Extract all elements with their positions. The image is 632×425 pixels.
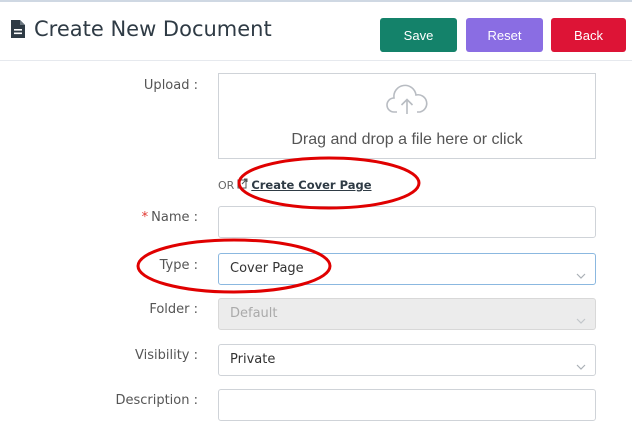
upload-label: Upload : — [143, 78, 198, 93]
description-label: Description : — [115, 393, 198, 408]
folder-label: Folder : — [149, 302, 198, 317]
save-button[interactable]: Save — [380, 18, 457, 52]
cloud-upload-icon — [385, 84, 429, 122]
chevron-down-icon — [576, 310, 586, 329]
document-icon — [10, 19, 26, 39]
description-input[interactable] — [218, 389, 596, 421]
type-select[interactable]: Cover Page — [218, 253, 596, 285]
name-input[interactable] — [218, 206, 596, 238]
reset-button[interactable]: Reset — [466, 18, 543, 52]
or-text: OR — [218, 178, 235, 192]
visibility-select[interactable]: Private — [218, 344, 596, 376]
folder-select: Default — [218, 298, 596, 330]
alternate-action: OR Create Cover Page — [218, 177, 372, 193]
chevron-down-icon — [576, 265, 586, 284]
page-title-text: Create New Document — [34, 17, 272, 41]
visibility-label: Visibility : — [135, 348, 198, 363]
back-button[interactable]: Back — [551, 18, 626, 52]
visibility-selected-value: Private — [230, 352, 276, 367]
external-link-icon — [237, 178, 248, 192]
type-label: Type : — [159, 258, 198, 273]
create-cover-page-link[interactable]: Create Cover Page — [251, 178, 371, 192]
name-label-text: Name : — [151, 210, 198, 225]
upload-dropzone[interactable]: Drag and drop a file here or click — [218, 73, 596, 159]
dropzone-text: Drag and drop a file here or click — [291, 131, 523, 148]
type-selected-value: Cover Page — [230, 261, 304, 276]
chevron-down-icon — [576, 356, 586, 375]
folder-selected-value: Default — [230, 306, 278, 321]
required-mark: * — [141, 210, 149, 225]
name-label: * Name : — [40, 210, 198, 225]
page-header: Create New Document Save Reset Back — [0, 2, 632, 61]
page-title: Create New Document — [10, 14, 272, 44]
